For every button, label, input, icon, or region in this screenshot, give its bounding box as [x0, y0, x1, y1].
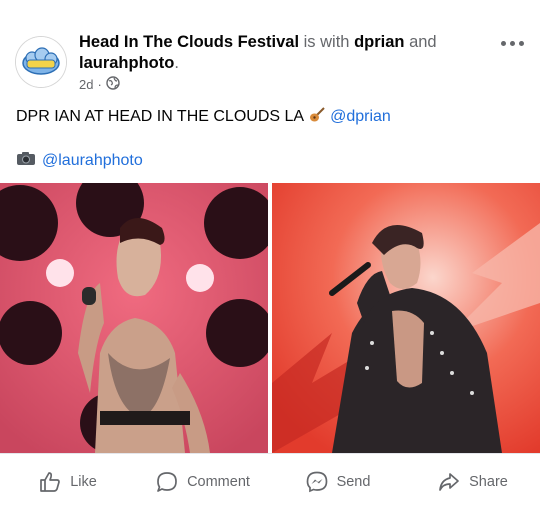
like-button[interactable]: Like: [0, 454, 135, 509]
share-button[interactable]: Share: [405, 454, 540, 509]
caption-text: DPR IAN AT HEAD IN THE CLOUDS LA: [16, 108, 304, 125]
like-label: Like: [70, 473, 97, 490]
more-dot: [500, 40, 506, 46]
send-label: Send: [336, 473, 371, 490]
performer-photo-2[interactable]: [272, 183, 540, 453]
more-dot: [509, 40, 515, 46]
with-text: is with: [299, 33, 355, 51]
page-avatar[interactable]: [15, 36, 67, 88]
post-caption: DPR IAN AT HEAD IN THE CLOUDS LA @dprian: [16, 106, 391, 126]
page-name-link[interactable]: Head In The Clouds Festival: [79, 33, 299, 51]
more-options-button[interactable]: [498, 36, 526, 50]
share-icon: [437, 470, 461, 494]
photo-credit: @laurahphoto: [16, 150, 143, 171]
thumbs-up-icon: [38, 470, 62, 494]
performer-photo-1[interactable]: [0, 183, 268, 453]
comment-label: Comment: [187, 473, 250, 490]
tagged-user-link[interactable]: laurahphoto: [79, 54, 174, 72]
timestamp-link[interactable]: 2d: [79, 77, 93, 92]
messenger-icon: [305, 470, 329, 494]
share-label: Share: [469, 473, 508, 490]
globe-icon: [106, 76, 120, 93]
credit-mention-link[interactable]: @laurahphoto: [42, 152, 143, 170]
post-actions-bar: Like Comment Send Share: [0, 453, 540, 509]
comment-icon: [155, 470, 179, 494]
camera-emoji-icon: [16, 150, 36, 171]
tagged-user-link[interactable]: dprian: [354, 33, 404, 51]
period-text: .: [174, 54, 179, 72]
and-text: and: [404, 33, 437, 51]
guitar-emoji-icon: [308, 107, 330, 125]
send-button[interactable]: Send: [270, 454, 405, 509]
meta-dot: ·: [97, 77, 102, 92]
post-header: Head In The Clouds Festival is with dpri…: [0, 0, 540, 100]
post-meta: 2d ·: [79, 76, 120, 93]
caption-mention-link[interactable]: @dprian: [330, 108, 391, 125]
photo-grid: [0, 183, 540, 453]
comment-button[interactable]: Comment: [135, 454, 270, 509]
more-dot: [518, 40, 524, 46]
post-author-line: Head In The Clouds Festival is with dpri…: [79, 32, 479, 74]
